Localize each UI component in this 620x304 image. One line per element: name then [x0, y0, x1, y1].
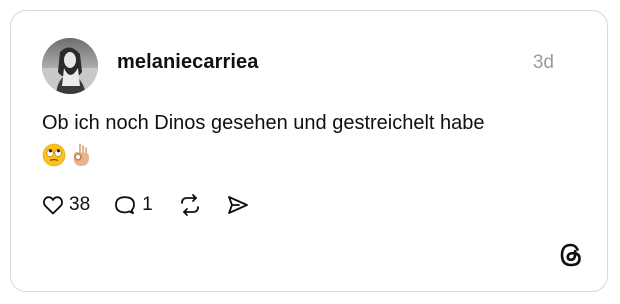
- face-with-rolling-eyes-emoji: [42, 143, 66, 167]
- reply-button[interactable]: 1: [112, 193, 153, 217]
- repost-icon: [180, 194, 199, 216]
- post-card[interactable]: melaniecarriea 3d Ob ich noch Dinos gese…: [10, 10, 608, 292]
- heart-icon: [42, 196, 64, 215]
- post-text: Ob ich noch Dinos gesehen und gestreiche…: [42, 112, 485, 134]
- avatar-photo: [42, 38, 98, 94]
- share-button[interactable]: [225, 193, 251, 217]
- comment-icon: [115, 196, 136, 215]
- post-actions: 38 1: [41, 191, 251, 219]
- threads-logo-icon[interactable]: [557, 241, 585, 269]
- send-icon: [227, 196, 248, 214]
- username[interactable]: melaniecarriea: [117, 51, 259, 74]
- ok-hand-emoji: [74, 143, 89, 166]
- like-button[interactable]: 38: [41, 193, 90, 217]
- reply-count: 1: [142, 194, 153, 215]
- avatar[interactable]: [42, 38, 98, 94]
- repost-button[interactable]: [177, 193, 203, 217]
- post-timestamp: 3d: [532, 52, 554, 73]
- post-emojis: [42, 142, 92, 168]
- like-count: 38: [69, 194, 91, 215]
